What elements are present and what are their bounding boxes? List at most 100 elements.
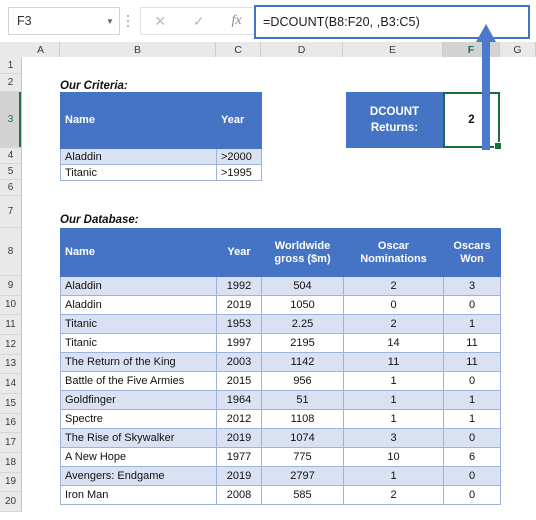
database-cell[interactable]: 2003 [216, 352, 262, 372]
column-header-c[interactable]: C [216, 42, 261, 57]
column-header-d[interactable]: D [261, 42, 343, 57]
database-cell[interactable]: 1 [443, 390, 501, 410]
database-cell[interactable]: 1 [343, 466, 444, 486]
database-cell[interactable]: 2019 [216, 295, 262, 315]
database-cell[interactable]: 2008 [216, 485, 262, 505]
database-cell[interactable]: Iron Man [60, 485, 217, 505]
column-header-a[interactable]: A [22, 42, 60, 57]
row-header-3[interactable]: 3 [0, 92, 22, 148]
row-header-19[interactable]: 19 [0, 472, 22, 493]
database-cell[interactable]: 2 [343, 276, 444, 296]
criteria-year-cell[interactable]: >1995 [216, 164, 262, 181]
database-cell[interactable]: 3 [443, 276, 501, 296]
row-header-13[interactable]: 13 [0, 354, 22, 375]
database-cell[interactable]: 504 [261, 276, 344, 296]
database-cell[interactable]: 11 [443, 333, 501, 353]
database-cell[interactable]: 585 [261, 485, 344, 505]
database-cell[interactable]: 1 [443, 409, 501, 429]
database-cell[interactable]: 2 [343, 314, 444, 334]
database-cell[interactable]: 2.25 [261, 314, 344, 334]
database-cell[interactable]: 2797 [261, 466, 344, 486]
row-header-15[interactable]: 15 [0, 394, 22, 414]
database-cell[interactable]: 0 [443, 295, 501, 315]
database-cell[interactable]: 11 [343, 352, 444, 372]
database-cell[interactable]: 0 [443, 371, 501, 391]
criteria-year-cell[interactable]: >2000 [216, 148, 262, 165]
database-cell[interactable]: 1977 [216, 447, 262, 467]
database-cell[interactable]: 11 [443, 352, 501, 372]
database-cell[interactable]: 775 [261, 447, 344, 467]
database-cell[interactable]: 2 [343, 485, 444, 505]
database-header-cell[interactable]: Oscar Nominations [343, 228, 444, 277]
chevron-down-icon[interactable]: ▼ [101, 8, 119, 34]
criteria-header-cell[interactable]: Name [60, 92, 217, 149]
criteria-header-cell[interactable]: Year [216, 92, 262, 149]
row-header-20[interactable]: 20 [0, 492, 22, 512]
row-header-6[interactable]: 6 [0, 180, 22, 196]
database-header-cell[interactable]: Year [216, 228, 262, 277]
row-header-1[interactable]: 1 [0, 57, 22, 74]
row-header-5[interactable]: 5 [0, 164, 22, 180]
database-cell[interactable]: 0 [443, 428, 501, 448]
database-cell[interactable]: 6 [443, 447, 501, 467]
database-cell[interactable]: 2012 [216, 409, 262, 429]
check-icon[interactable]: ✓ [193, 14, 205, 28]
row-header-2[interactable]: 2 [0, 74, 22, 92]
database-cell[interactable]: Goldfinger [60, 390, 217, 410]
database-cell[interactable]: Titanic [60, 314, 217, 334]
database-cell[interactable]: 2195 [261, 333, 344, 353]
row-header-9[interactable]: 9 [0, 276, 22, 296]
close-icon[interactable]: ✕ [154, 14, 166, 28]
column-header-e[interactable]: E [343, 42, 443, 57]
row-header-10[interactable]: 10 [0, 295, 22, 316]
database-cell[interactable]: Aladdin [60, 276, 217, 296]
database-cell[interactable]: 3 [343, 428, 444, 448]
database-cell[interactable]: 1 [443, 314, 501, 334]
database-cell[interactable]: 1074 [261, 428, 344, 448]
database-cell[interactable]: 0 [443, 485, 501, 505]
database-header-cell[interactable]: Oscars Won [443, 228, 501, 277]
database-cell[interactable]: A New Hope [60, 447, 217, 467]
database-cell[interactable]: 1964 [216, 390, 262, 410]
row-header-7[interactable]: 7 [0, 196, 22, 228]
database-cell[interactable]: 14 [343, 333, 444, 353]
database-cell[interactable]: 51 [261, 390, 344, 410]
row-header-14[interactable]: 14 [0, 374, 22, 394]
database-cell[interactable]: 1050 [261, 295, 344, 315]
row-header-12[interactable]: 12 [0, 335, 22, 355]
database-cell[interactable]: The Return of the King [60, 352, 217, 372]
name-box[interactable]: F3 ▼ [8, 7, 120, 35]
database-cell[interactable]: 2019 [216, 428, 262, 448]
database-cell[interactable]: The Rise of Skywalker [60, 428, 217, 448]
database-cell[interactable]: 1953 [216, 314, 262, 334]
database-header-cell[interactable]: Name [60, 228, 217, 277]
database-cell[interactable]: Aladdin [60, 295, 217, 315]
database-cell[interactable]: 1108 [261, 409, 344, 429]
database-cell[interactable]: Titanic [60, 333, 217, 353]
database-cell[interactable]: 1997 [216, 333, 262, 353]
database-cell[interactable]: Avengers: Endgame [60, 466, 217, 486]
database-cell[interactable]: 0 [443, 466, 501, 486]
database-header-cell[interactable]: Worldwide gross ($m) [261, 228, 344, 277]
row-header-18[interactable]: 18 [0, 453, 22, 473]
database-cell[interactable]: Spectre [60, 409, 217, 429]
row-header-16[interactable]: 16 [0, 413, 22, 434]
database-cell[interactable]: 1 [343, 390, 444, 410]
row-header-8[interactable]: 8 [0, 228, 22, 276]
database-cell[interactable]: 1992 [216, 276, 262, 296]
row-header-4[interactable]: 4 [0, 148, 22, 164]
row-header-17[interactable]: 17 [0, 433, 22, 453]
database-cell[interactable]: 2015 [216, 371, 262, 391]
database-cell[interactable]: 10 [343, 447, 444, 467]
database-cell[interactable]: 1 [343, 409, 444, 429]
database-cell[interactable]: Battle of the Five Armies [60, 371, 217, 391]
database-cell[interactable]: 1 [343, 371, 444, 391]
column-header-g[interactable]: G [500, 42, 536, 57]
fx-icon[interactable]: fx [231, 14, 241, 28]
database-cell[interactable]: 2019 [216, 466, 262, 486]
criteria-name-cell[interactable]: Aladdin [60, 148, 217, 165]
column-header-b[interactable]: B [60, 42, 216, 57]
database-cell[interactable]: 0 [343, 295, 444, 315]
database-cell[interactable]: 956 [261, 371, 344, 391]
formula-bar-grip[interactable] [124, 12, 132, 30]
